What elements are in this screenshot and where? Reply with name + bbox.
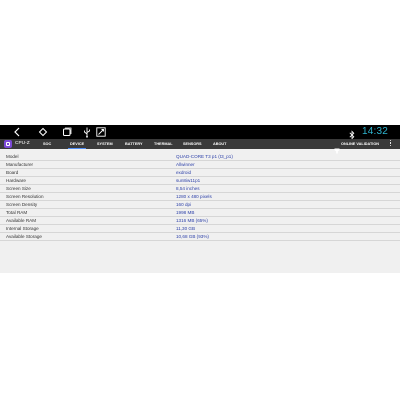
tab-device[interactable]: DEVICE — [67, 139, 87, 149]
app-title: CPU-Z — [15, 141, 30, 146]
screenshot-icon — [96, 126, 106, 138]
overflow-menu-icon[interactable] — [389, 140, 392, 148]
info-row-manufacturer: Manufacturer Allwinner — [0, 161, 400, 169]
tab-thermal[interactable]: THERMAL — [154, 139, 173, 149]
tab-soc[interactable]: SOC — [43, 139, 51, 149]
info-row-screen-density: Screen Density 160 dpi — [0, 201, 400, 209]
tab-system[interactable]: SYSTEM — [97, 139, 113, 149]
info-row-screen-resolution: Screen Resolution 1280 x 480 pixels — [0, 193, 400, 201]
info-row-internal-storage: Internal Storage 11,30 GB — [0, 225, 400, 233]
back-icon[interactable] — [12, 126, 22, 138]
tab-about[interactable]: ABOUT — [213, 139, 227, 149]
info-row-screen-size: Screen Size 8,54 inches — [0, 185, 400, 193]
available-storage-value: 10,68 GB (93%) — [176, 234, 209, 239]
internal-storage-value: 11,30 GB — [176, 226, 196, 231]
tab-sensors[interactable]: SENSORS — [183, 139, 202, 149]
board-label: Board — [6, 170, 19, 175]
hardware-label: Hardware — [6, 178, 26, 183]
internal-storage-label: Internal Storage — [6, 226, 39, 231]
info-row-model: Model QUAD-CORE T3 p1 (t3_p1) — [0, 153, 400, 161]
screen-density-label: Screen Density — [6, 202, 38, 207]
device-info-list: Model QUAD-CORE T3 p1 (t3_p1) Manufactur… — [0, 153, 400, 241]
recents-icon[interactable] — [62, 126, 72, 138]
status-bar: 14:32 — [0, 125, 400, 140]
model-label: Model — [6, 154, 19, 159]
total-ram-label: Total RAM — [6, 210, 28, 215]
online-validation-button[interactable]: ONLINE VALIDATION — [341, 139, 379, 149]
usb-icon — [83, 126, 91, 138]
home-icon[interactable] — [38, 126, 48, 138]
cpuz-logo-icon — [4, 140, 12, 148]
tab-battery[interactable]: BATTERY — [125, 139, 143, 149]
info-row-total-ram: Total RAM 1998 MB — [0, 209, 400, 217]
screen-resolution-value: 1280 x 480 pixels — [176, 194, 212, 199]
screen-size-label: Screen Size — [6, 186, 31, 191]
manufacturer-value: Allwinner — [176, 162, 195, 167]
available-ram-label: Available RAM — [6, 218, 37, 223]
tab-bar: CPU-Z SOC DEVICE SYSTEM BATTERY THERMAL … — [0, 139, 400, 154]
board-value: exdroid — [176, 170, 192, 175]
total-ram-value: 1998 MB — [176, 210, 195, 215]
clock: 14:32 — [361, 126, 388, 137]
info-row-hardware: Hardware sun8iw11p1 — [0, 177, 400, 185]
available-storage-label: Available Storage — [6, 234, 42, 239]
screen-resolution-label: Screen Resolution — [6, 194, 44, 199]
hardware-value: sun8iw11p1 — [176, 178, 201, 183]
available-ram-value: 1316 MB (65%) — [176, 218, 208, 223]
device-screen: 14:32 CPU-Z SOC DEVICE SYSTEM BATTERY TH… — [0, 125, 400, 273]
screen-density-value: 160 dpi — [176, 202, 192, 207]
info-row-available-storage: Available Storage 10,68 GB (93%) — [0, 233, 400, 241]
info-row-board: Board exdroid — [0, 169, 400, 177]
screen-size-value: 8,54 inches — [176, 186, 200, 191]
info-row-available-ram: Available RAM 1316 MB (65%) — [0, 217, 400, 225]
manufacturer-label: Manufacturer — [6, 162, 34, 167]
model-value: QUAD-CORE T3 p1 (t3_p1) — [176, 154, 233, 159]
